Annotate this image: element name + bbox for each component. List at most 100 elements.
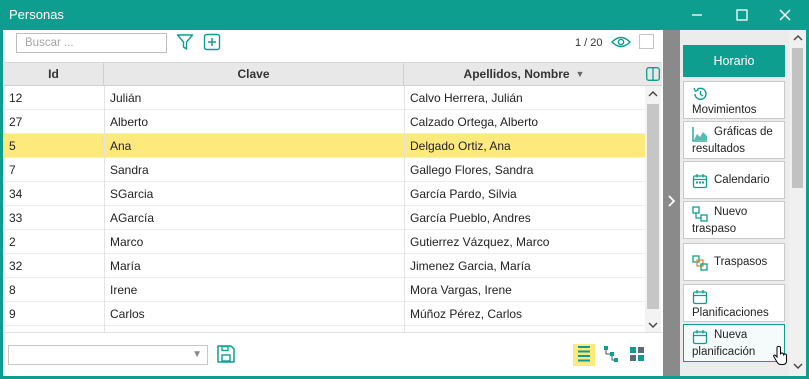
chevron-right-icon[interactable] xyxy=(666,193,677,212)
save-icon xyxy=(216,344,236,367)
transfer-new-icon xyxy=(692,206,708,222)
save-view-button[interactable] xyxy=(215,344,237,366)
cell-apellidos-nombre: Delgado Ortiz, Ana xyxy=(410,139,511,153)
list-view-icon xyxy=(576,345,592,366)
list-view-button[interactable] xyxy=(573,344,595,366)
horario-button[interactable]: Horario xyxy=(683,45,785,77)
cell-id: 34 xyxy=(9,187,23,201)
panel-splitter[interactable] xyxy=(663,30,680,376)
columns-icon xyxy=(646,67,660,84)
chart-icon xyxy=(692,126,708,142)
filter-button[interactable] xyxy=(175,33,195,53)
planificaciones-button[interactable]: Planificaciones xyxy=(683,284,785,322)
visibility-button[interactable] xyxy=(610,33,632,53)
cell-apellidos-nombre: García Pueblo, Andres xyxy=(410,211,531,225)
table-row[interactable]: 32 María Jimenez Garcia, María xyxy=(4,254,645,278)
table-row[interactable]: 9 Carlos Múñoz Pérez, Carlos xyxy=(4,302,645,326)
eye-icon xyxy=(611,35,631,52)
chevron-up-icon xyxy=(793,31,803,45)
sort-descending-icon: ▼ xyxy=(575,69,585,79)
maximize-button[interactable] xyxy=(720,0,764,30)
panel-scrollbar-thumb[interactable] xyxy=(792,48,803,188)
table-row[interactable]: 8 Irene Mora Vargas, Irene xyxy=(4,278,645,302)
cell-clave: Julián xyxy=(110,91,142,105)
chevron-up-icon xyxy=(648,87,658,101)
search-input[interactable] xyxy=(16,33,167,53)
add-button[interactable] xyxy=(202,33,222,53)
table-row[interactable]: 7 Sandra Gallego Flores, Sandra xyxy=(4,158,645,182)
cell-id: 5 xyxy=(9,139,16,153)
cell-id: 8 xyxy=(9,283,16,297)
cell-apellidos-nombre: García Pardo, Silvia xyxy=(410,187,517,201)
scroll-up-button[interactable] xyxy=(645,86,661,102)
personas-grid: Id Clave Apellidos, Nombre ▼ 9 Carlos Múñoz… xyxy=(4,62,662,333)
column-chooser-button[interactable] xyxy=(646,67,660,81)
scroll-down-button[interactable] xyxy=(645,317,661,333)
cell-apellidos-nombre: Mora Vargas, Irene xyxy=(410,283,512,297)
graficas-resultados-button[interactable]: Gráficas de resultados xyxy=(683,121,785,159)
table-row[interactable]: 12 Julián Calvo Herrera, Julián xyxy=(4,86,645,110)
cell-id: 2 xyxy=(9,235,16,249)
table-row[interactable]: 27 Alberto Calzado Ortega, Alberto xyxy=(4,110,645,134)
close-button[interactable] xyxy=(763,0,807,30)
tree-view-button[interactable] xyxy=(600,344,622,366)
calendario-button[interactable]: Calendario xyxy=(683,161,785,199)
cell-id: 27 xyxy=(9,115,23,129)
minimize-button[interactable] xyxy=(675,0,719,30)
title-bar[interactable]: Personas xyxy=(0,0,809,30)
chevron-down-icon xyxy=(793,359,803,373)
cell-apellidos-nombre: Calvo Herrera, Julián xyxy=(410,91,523,105)
movimientos-button[interactable]: Movimientos xyxy=(683,81,785,119)
traspasos-button[interactable]: Traspasos xyxy=(683,243,785,281)
record-counter: 1 / 20 xyxy=(575,37,603,49)
new-planning-icon xyxy=(692,329,708,345)
chevron-down-icon xyxy=(648,318,658,332)
cell-clave: AGarcía xyxy=(110,211,155,225)
column-divider xyxy=(104,86,105,333)
nueva-planificacion-button[interactable]: Nueva planificación xyxy=(683,324,785,362)
cell-clave: Ana xyxy=(110,139,132,153)
tiles-view-icon xyxy=(629,346,645,365)
table-row[interactable]: 33 AGarcía García Pueblo, Andres xyxy=(4,206,645,230)
tiles-view-button[interactable] xyxy=(626,344,648,366)
column-header-clave[interactable]: Clave xyxy=(104,63,404,85)
personas-window: Personas 1 / 20 xyxy=(0,0,809,379)
cell-apellidos-nombre: Jimenez Garcia, María xyxy=(410,259,531,273)
panel-scroll-up-button[interactable] xyxy=(789,30,806,46)
nuevo-traspaso-button[interactable]: Nuevo traspaso xyxy=(683,201,785,239)
cell-apellidos-nombre: Gallego Flores, Sandra xyxy=(410,163,534,177)
table-row[interactable]: 5 Ana Delgado Ortiz, Ana xyxy=(4,134,645,158)
select-all-checkbox[interactable] xyxy=(637,33,655,53)
minimize-icon xyxy=(691,9,703,21)
column-divider xyxy=(404,86,405,333)
column-header-apellidos[interactable]: Apellidos, Nombre ▼ xyxy=(404,63,644,85)
grid-rows: 9 Carlos Múñoz Pérez, Carlos 8 Irene Mora Var… xyxy=(4,86,645,333)
table-row[interactable]: 2 Marco Gutierrez Vázquez, Marco xyxy=(4,230,645,254)
cell-apellidos-nombre: Múñoz Pérez, Carlos xyxy=(410,307,523,321)
grid-footer: ▼ xyxy=(3,332,663,376)
cell-clave: SGarcia xyxy=(110,187,154,201)
tree-view-icon xyxy=(603,345,619,366)
grid-toolbar: 1 / 20 xyxy=(3,30,663,62)
scrollbar-thumb[interactable] xyxy=(647,104,659,309)
chevron-down-icon: ▼ xyxy=(192,349,202,360)
cell-clave: Marco xyxy=(110,235,144,249)
column-header-id[interactable]: Id xyxy=(4,63,104,85)
cell-clave: Carlos xyxy=(110,307,145,321)
grid-header: Id Clave Apellidos, Nombre ▼ xyxy=(4,63,662,86)
table-row[interactable]: 34 SGarcia García Pardo, Silvia xyxy=(4,182,645,206)
window-content: 1 / 20 Id Clave Apellidos, Nombre▼ 9 Carl… xyxy=(3,30,806,376)
window-title: Personas xyxy=(9,7,64,22)
cell-id: 12 xyxy=(9,91,23,105)
view-selector-dropdown[interactable]: ▼ xyxy=(8,345,208,365)
history-icon xyxy=(692,86,708,102)
cell-apellidos-nombre: Calzado Ortega, Alberto xyxy=(410,115,539,129)
calendar-icon xyxy=(692,173,708,189)
panel-scroll-down-button[interactable] xyxy=(789,358,806,374)
planning-icon xyxy=(692,289,708,305)
cell-id: 33 xyxy=(9,211,23,225)
cell-clave: Sandra xyxy=(110,163,149,177)
add-icon xyxy=(203,33,221,54)
panel-vertical-scrollbar[interactable] xyxy=(789,30,806,376)
grid-vertical-scrollbar[interactable] xyxy=(645,86,661,333)
